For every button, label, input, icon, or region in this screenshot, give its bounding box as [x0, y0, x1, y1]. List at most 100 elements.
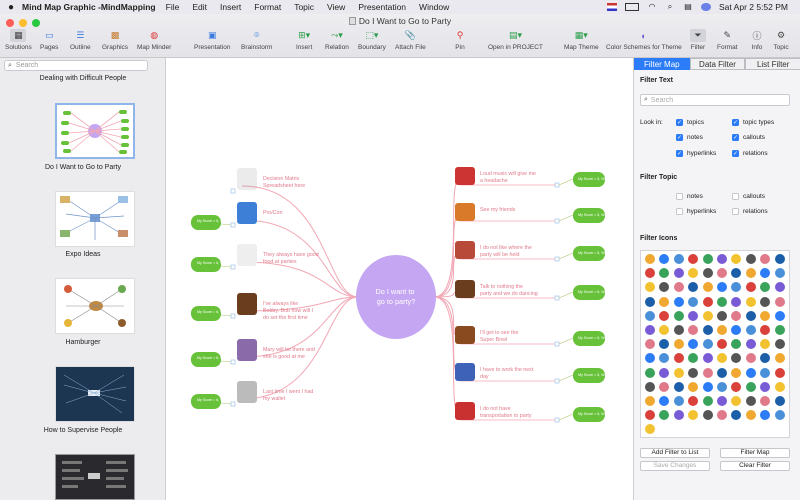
arrow-icon[interactable] [659, 254, 670, 264]
thumbnail-label[interactable]: Expo Ideas [0, 251, 166, 258]
map-minder-button[interactable]: ◍ Map Minder [137, 29, 171, 51]
check-icon[interactable] [760, 353, 771, 364]
menu-insert[interactable]: Insert [220, 2, 241, 12]
warning-icon[interactable] [702, 325, 713, 335]
map-theme-button[interactable]: ▦▾ Map Theme [564, 29, 599, 51]
arrow-icon[interactable] [645, 268, 655, 279]
save-changes-button[interactable]: Save Changes [640, 461, 710, 471]
stop-icon[interactable] [645, 310, 655, 321]
warning-icon[interactable] [659, 367, 670, 378]
tag-icon[interactable] [659, 325, 670, 335]
smile-icon[interactable] [774, 410, 785, 421]
center-topic[interactable]: Do I want to go to party? [356, 255, 436, 339]
score-bubble[interactable]: My Score = 6, Weight = 7 [191, 352, 237, 367]
topic-node[interactable]: Loud music will give me a headache [455, 167, 560, 188]
menu-presentation[interactable]: Presentation [358, 2, 406, 12]
app-menu[interactable]: Mind Map Graphic -MindMapping [22, 2, 156, 12]
warning-icon[interactable] [745, 282, 756, 293]
clock-icon[interactable] [760, 396, 771, 406]
brainstorm-button[interactable]: ⌾ Brainstorm [241, 29, 272, 51]
stop-icon[interactable] [717, 381, 727, 392]
smile-icon[interactable] [645, 254, 655, 264]
check-icon[interactable] [659, 310, 670, 321]
thumbnail-party[interactable] [55, 103, 135, 159]
flag-icon[interactable] [688, 381, 699, 392]
arrow-icon[interactable] [731, 325, 742, 335]
star-icon[interactable] [702, 381, 713, 392]
add-filter-to-list-button[interactable]: Add Filter to List [640, 448, 710, 458]
number-icon[interactable] [731, 410, 742, 421]
star-icon[interactable] [688, 396, 699, 406]
stop-icon[interactable] [702, 396, 713, 406]
star-icon[interactable] [717, 367, 727, 378]
tag-icon[interactable] [745, 381, 756, 392]
checkbox-topic-types[interactable]: ✓ topic types [732, 119, 774, 126]
tag-icon[interactable] [688, 296, 699, 307]
stop-icon[interactable] [774, 325, 785, 335]
number-icon[interactable] [745, 254, 756, 264]
topic-node[interactable]: Mary will be there and she is good at me [230, 339, 315, 365]
search-icon[interactable]: ⌕ [665, 3, 675, 11]
tag-icon[interactable] [774, 353, 785, 364]
score-bubble[interactable]: My Score = 6, Weight = 7 [558, 285, 618, 300]
number-icon[interactable] [731, 268, 742, 279]
filter-button[interactable]: ⏷ Filter [690, 29, 706, 51]
solutions-button[interactable]: ▦ Solutions [5, 29, 32, 51]
thumbnail-next[interactable] [55, 454, 135, 500]
check-icon[interactable] [774, 339, 785, 350]
check-icon[interactable] [717, 254, 727, 264]
checkbox-topic-relations[interactable]: relations [732, 208, 768, 215]
star-icon[interactable] [645, 296, 655, 307]
tag-icon[interactable] [717, 268, 727, 279]
flag-icon[interactable] [659, 268, 670, 279]
topic-node[interactable]: Talk to nothing the party and we do danci… [455, 280, 560, 301]
score-bubble[interactable]: My Score = 6, Weight = 7 [191, 215, 237, 230]
mind-map-canvas[interactable]: Decision Matrix Spreadsheet here Pro/Con My… [167, 58, 633, 500]
flag-icon[interactable] [607, 3, 618, 11]
flag-icon[interactable] [673, 254, 684, 264]
flag-icon[interactable] [717, 353, 727, 364]
smile-icon[interactable] [745, 296, 756, 307]
arrow-icon[interactable] [688, 367, 699, 378]
topic-node[interactable]: I have to work the next day [455, 363, 560, 384]
arrow-icon[interactable] [673, 381, 684, 392]
topic-button[interactable]: ⚙ Topic [773, 29, 789, 51]
checkbox-topics[interactable]: ✓ topics [676, 119, 704, 126]
thumbnail-label[interactable]: How to Supervise People [0, 427, 166, 434]
arrow-icon[interactable] [717, 339, 727, 350]
star-icon[interactable] [745, 339, 756, 350]
check-icon[interactable] [702, 268, 713, 279]
flag-icon[interactable] [760, 310, 771, 321]
flag-icon[interactable] [745, 325, 756, 335]
tag-icon[interactable] [673, 310, 684, 321]
topic-node[interactable]: I'll get to see the Super Bowl [455, 326, 560, 347]
checkbox-hyperlinks[interactable]: ✓ hyperlinks [676, 150, 716, 157]
thumbnail-expo[interactable] [55, 191, 135, 247]
number-icon[interactable] [688, 310, 699, 321]
menu-format[interactable]: Format [254, 2, 281, 12]
warning-icon[interactable] [645, 381, 655, 392]
stop-icon[interactable] [702, 254, 713, 264]
menu-file[interactable]: File [166, 2, 180, 12]
star-icon[interactable] [659, 282, 670, 293]
number-icon[interactable] [645, 353, 655, 364]
stop-icon[interactable] [673, 282, 684, 293]
color-schemes-button[interactable]: ◐ Color Schemes for Theme [606, 29, 682, 52]
smile-icon[interactable] [702, 339, 713, 350]
relation-button[interactable]: ⤳▾ Relation [325, 29, 349, 51]
stop-icon[interactable] [688, 268, 699, 279]
arrow-icon[interactable] [645, 410, 655, 421]
tab-filter-map[interactable]: Filter Map [634, 58, 690, 70]
score-bubble[interactable]: My Score = 6, Weight = 7 [558, 172, 618, 187]
number-icon[interactable] [760, 381, 771, 392]
filter-search-input[interactable]: ⌕ Search [640, 94, 790, 106]
check-icon[interactable] [702, 410, 713, 421]
arrow-icon[interactable] [760, 296, 771, 307]
topic-node[interactable]: See my friends [455, 203, 560, 224]
info-button[interactable]: ⓘ Info [749, 29, 765, 51]
menu-topic[interactable]: Topic [294, 2, 314, 12]
flag-icon[interactable] [774, 296, 785, 307]
number-icon[interactable] [745, 396, 756, 406]
clock-icon[interactable] [645, 367, 655, 378]
tag-icon[interactable] [760, 367, 771, 378]
